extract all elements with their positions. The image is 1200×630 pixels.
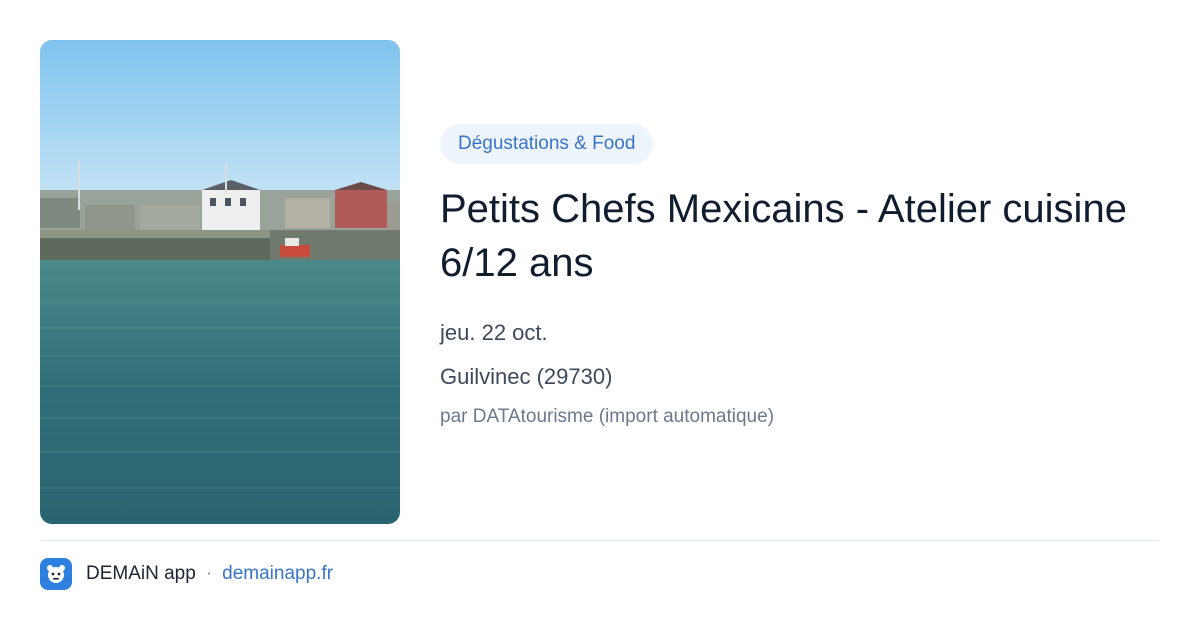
footer-separator: · <box>205 563 213 584</box>
event-title[interactable]: Petits Chefs Mexicains - Atelier cuisine… <box>440 182 1140 290</box>
category-badge[interactable]: Dégustations & Food <box>440 124 654 164</box>
event-photo <box>40 40 400 524</box>
footer-divider <box>40 540 1160 541</box>
event-details: Dégustations & Food Petits Chefs Mexicai… <box>440 124 1140 428</box>
app-logo-icon <box>40 558 72 590</box>
footer: DEMAiN app · demainapp.fr <box>40 557 333 591</box>
app-domain-link[interactable]: demainapp.fr <box>222 563 333 585</box>
event-source: par DATAtourisme (import automatique) <box>440 406 775 427</box>
event-date: jeu. 22 oct. <box>440 320 548 345</box>
app-name: DEMAiN app <box>86 563 196 584</box>
event-location: Guilvinec (29730) <box>440 364 613 389</box>
